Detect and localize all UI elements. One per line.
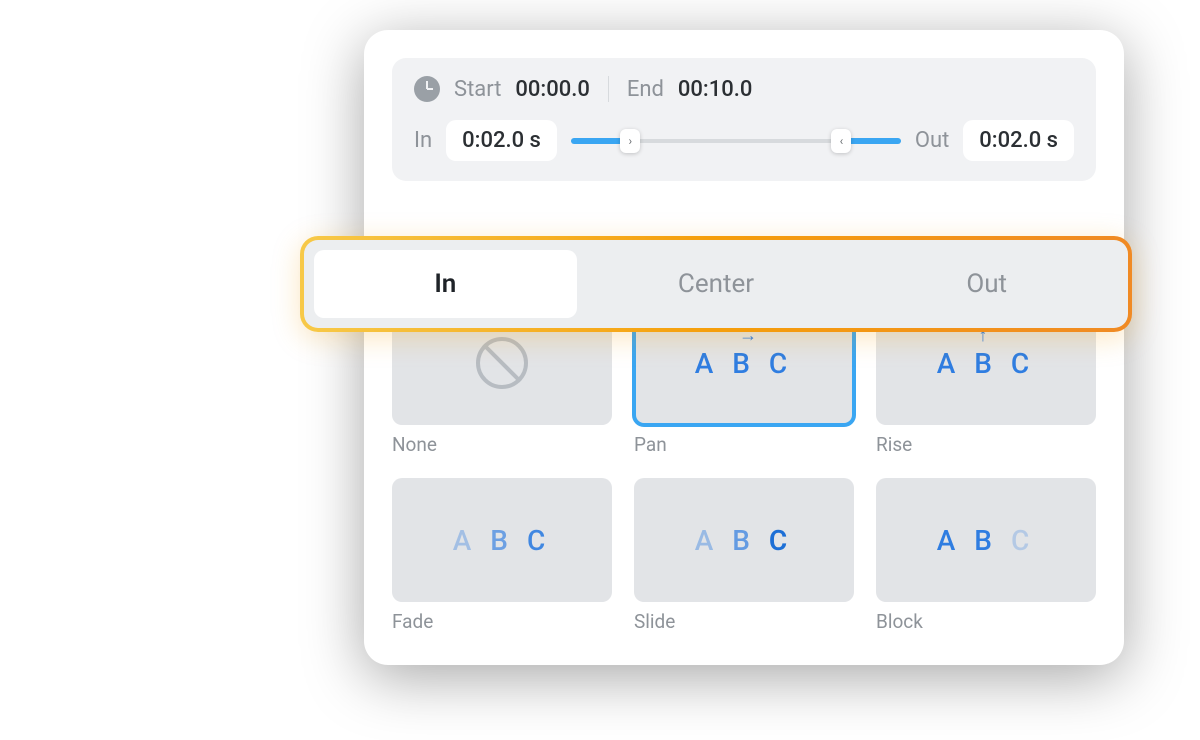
tab-out[interactable]: Out: [855, 250, 1118, 318]
effect-preview-fade: A B C: [453, 524, 551, 557]
effect-label-pan: Pan: [634, 433, 854, 456]
effect-thumb-block[interactable]: A B C: [876, 478, 1096, 602]
effect-preview-pan: → A B C: [695, 347, 793, 380]
effect-preview-slide: A B C: [695, 524, 793, 557]
slider-handle-in[interactable]: ›: [620, 129, 640, 153]
effect-label-fade: Fade: [392, 610, 612, 633]
none-icon: [476, 337, 528, 389]
in-label: In: [414, 128, 432, 153]
effect-label-block: Block: [876, 610, 1096, 633]
duration-slider[interactable]: › ‹: [571, 138, 901, 144]
effect-label-rise: Rise: [876, 433, 1096, 456]
start-value[interactable]: 00:00.0: [515, 77, 589, 102]
tab-center[interactable]: Center: [585, 250, 848, 318]
start-label: Start: [454, 77, 501, 102]
effect-preview-block: A B C: [937, 524, 1035, 557]
animation-phase-tabs: In Center Out: [304, 240, 1128, 328]
in-duration-input[interactable]: 0:02.0 s: [446, 120, 557, 161]
out-duration-input[interactable]: 0:02.0 s: [963, 120, 1074, 161]
timing-range-row: Start 00:00.0 End 00:10.0: [414, 76, 1074, 102]
effect-thumb-slide[interactable]: A B C: [634, 478, 854, 602]
timing-duration-row: In 0:02.0 s › ‹ Out 0:02.0 s: [414, 120, 1074, 161]
effects-grid: None → A B C Pan ↑ A B C Rise: [392, 301, 1096, 633]
timing-bar: Start 00:00.0 End 00:10.0 In 0:02.0 s › …: [392, 58, 1096, 181]
tab-in[interactable]: In: [314, 250, 577, 318]
effect-cell-fade: A B C Fade: [392, 478, 612, 633]
out-label: Out: [915, 128, 949, 153]
end-value[interactable]: 00:10.0: [678, 77, 752, 102]
effect-preview-rise: ↑ A B C: [937, 347, 1035, 380]
tabs-highlight-frame: In Center Out: [300, 236, 1132, 332]
effect-label-none: None: [392, 433, 612, 456]
effect-label-slide: Slide: [634, 610, 854, 633]
slider-handle-out[interactable]: ‹: [831, 129, 851, 153]
animation-panel: Start 00:00.0 End 00:10.0 In 0:02.0 s › …: [364, 30, 1124, 665]
effect-cell-slide: A B C Slide: [634, 478, 854, 633]
effect-cell-block: A B C Block: [876, 478, 1096, 633]
effect-thumb-fade[interactable]: A B C: [392, 478, 612, 602]
divider: [608, 76, 609, 102]
clock-icon: [414, 76, 440, 102]
end-label: End: [627, 77, 664, 102]
